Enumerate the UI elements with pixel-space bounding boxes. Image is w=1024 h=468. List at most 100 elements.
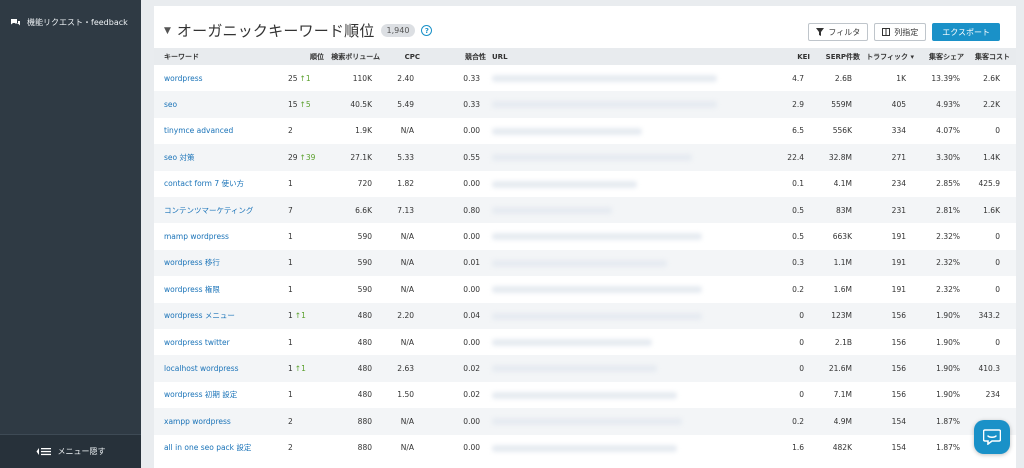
table-row: xampp wordpress 2 880 N/A 0.00 0.2 4.9M 154 1.87…: [154, 408, 1016, 435]
col-volume[interactable]: 検索ボリューム: [322, 48, 380, 65]
table-row: wordpress 権限 1 590 N/A 0.00 0.2 1.6M 191 2.32% 0: [154, 276, 1016, 302]
volume-cell: 720: [357, 179, 372, 189]
keyword-link[interactable]: コンテンツマーケティング: [164, 197, 253, 223]
rank-cell: 15 ↑ 5: [288, 91, 311, 117]
cpc-cell: 1.82: [397, 179, 414, 189]
rank-cell: 2: [288, 435, 293, 461]
volume-cell: 590: [357, 232, 372, 242]
url-redacted: [492, 207, 612, 214]
keyword-link[interactable]: seo: [164, 91, 177, 117]
url-redacted: [492, 180, 637, 188]
share-cell: 2.32%: [936, 258, 960, 268]
col-competition[interactable]: 競合性: [452, 48, 486, 65]
share-cell: 4.07%: [936, 126, 960, 136]
competition-cell: 0.33: [463, 73, 480, 83]
rank-cell: 1: [288, 223, 293, 249]
cpc-cell: N/A: [400, 126, 414, 136]
serp-cell: 4.1M: [833, 179, 852, 189]
toolbar: フィルタ 列指定 エクスポート: [808, 23, 1000, 41]
col-url[interactable]: URL: [492, 48, 508, 65]
keyword-link[interactable]: all in one seo pack 設定: [164, 435, 251, 461]
url-redacted: [492, 444, 677, 452]
traffic-cell: 154: [891, 416, 906, 426]
rank-value: 1: [288, 179, 293, 189]
filter-button[interactable]: フィルタ: [808, 23, 869, 41]
keyword-link[interactable]: xampp wordpress: [164, 408, 231, 434]
competition-cell: 0.02: [463, 364, 480, 374]
page-title: オーガニックキーワード順位: [176, 22, 375, 40]
url-redacted: [492, 312, 702, 320]
volume-cell: 1.9K: [355, 126, 372, 136]
col-rank[interactable]: 順位: [294, 48, 324, 65]
cost-cell: 0: [995, 337, 1000, 347]
col-cpc[interactable]: CPC: [384, 48, 420, 65]
cost-cell: 0: [995, 284, 1000, 294]
collapse-caret-icon[interactable]: ▼: [164, 26, 171, 36]
rank-value: 25: [288, 73, 298, 83]
share-cell: 2.81%: [936, 205, 960, 215]
url-redacted: [492, 101, 717, 109]
table-row: wordpress 初期 設定 1 480 1.50 0.02 0 7.1M 156 1.90%…: [154, 382, 1016, 408]
chat-bubbles-icon: [11, 18, 20, 25]
kei-cell: 0: [799, 337, 804, 347]
keyword-link[interactable]: tinymce advanced: [164, 118, 233, 144]
keyword-link[interactable]: wordpress twitter: [164, 329, 230, 355]
competition-cell: 0.01: [463, 258, 480, 268]
keyword-link[interactable]: wordpress メニュー: [164, 303, 235, 329]
share-cell: 3.30%: [936, 152, 960, 162]
keyword-link[interactable]: contact form 7 使い方: [164, 171, 244, 197]
columns-button[interactable]: 列指定: [874, 23, 927, 41]
serp-cell: 663K: [832, 232, 852, 242]
col-share[interactable]: 集客シェア: [916, 48, 964, 65]
feedback-link[interactable]: 機能リクエスト・feedback: [10, 17, 128, 28]
competition-cell: 0.55: [463, 152, 480, 162]
rank-cell: 29 ↑ 39: [288, 144, 315, 170]
rank-cell: 1: [288, 382, 293, 408]
keyword-link[interactable]: localhost wordpress: [164, 355, 239, 381]
rank-cell: 1: [288, 276, 293, 302]
col-serp[interactable]: SERP件数: [814, 48, 860, 65]
cost-cell: 1.4K: [983, 152, 1000, 162]
traffic-cell: 405: [891, 100, 906, 110]
share-cell: 1.90%: [936, 390, 960, 400]
url-redacted: [492, 75, 717, 82]
traffic-cell: 271: [891, 152, 906, 162]
traffic-cell: 231: [891, 205, 906, 215]
volume-cell: 590: [357, 284, 372, 294]
menu-collapse-icon: [36, 448, 51, 456]
keyword-link[interactable]: mamp wordpress: [164, 223, 229, 249]
col-cost[interactable]: 集客コスト: [966, 48, 1010, 65]
traffic-cell: 156: [891, 364, 906, 374]
keyword-link[interactable]: wordpress 初期 設定: [164, 382, 237, 408]
volume-cell: 480: [357, 337, 372, 347]
keyword-link[interactable]: wordpress: [164, 65, 203, 91]
kei-cell: 0.3: [792, 258, 804, 268]
volume-cell: 480: [357, 311, 372, 321]
competition-cell: 0.00: [463, 284, 480, 294]
col-traffic[interactable]: トラフィック ▾: [862, 48, 914, 65]
keyword-link[interactable]: wordpress 移行: [164, 250, 220, 276]
cpc-cell: 5.33: [397, 152, 414, 162]
col-kei[interactable]: KEI: [774, 48, 810, 65]
help-icon[interactable]: ?: [421, 25, 433, 36]
rank-value: 2: [288, 126, 293, 136]
serp-cell: 83M: [835, 205, 852, 215]
keyword-link[interactable]: seo 対策: [164, 144, 195, 170]
cpc-cell: N/A: [400, 284, 414, 294]
funnel-icon: [816, 28, 825, 36]
chat-widget-button[interactable]: [974, 420, 1010, 454]
volume-cell: 6.6K: [355, 205, 372, 215]
cpc-cell: 1.50: [397, 390, 414, 400]
kei-cell: 22.4: [787, 152, 804, 162]
collapse-menu-button[interactable]: メニュー隠す: [0, 434, 141, 468]
cpc-cell: N/A: [400, 416, 414, 426]
cost-cell: 2.2K: [983, 100, 1000, 110]
rank-value: 1: [288, 364, 293, 374]
keyword-link[interactable]: wordpress 権限: [164, 276, 220, 302]
export-button[interactable]: エクスポート: [932, 23, 1000, 41]
table-row: seo 対策 29 ↑ 39 27.1K 5.33 0.55 22.4 32.8M 271 3.30…: [154, 144, 1016, 171]
table-row: tinymce advanced 2 1.9K N/A 0.00 6.5 556K 334 4.…: [154, 118, 1016, 144]
col-keyword[interactable]: キーワード: [164, 48, 199, 65]
volume-cell: 27.1K: [350, 152, 372, 162]
rank-cell: 2: [288, 118, 293, 144]
